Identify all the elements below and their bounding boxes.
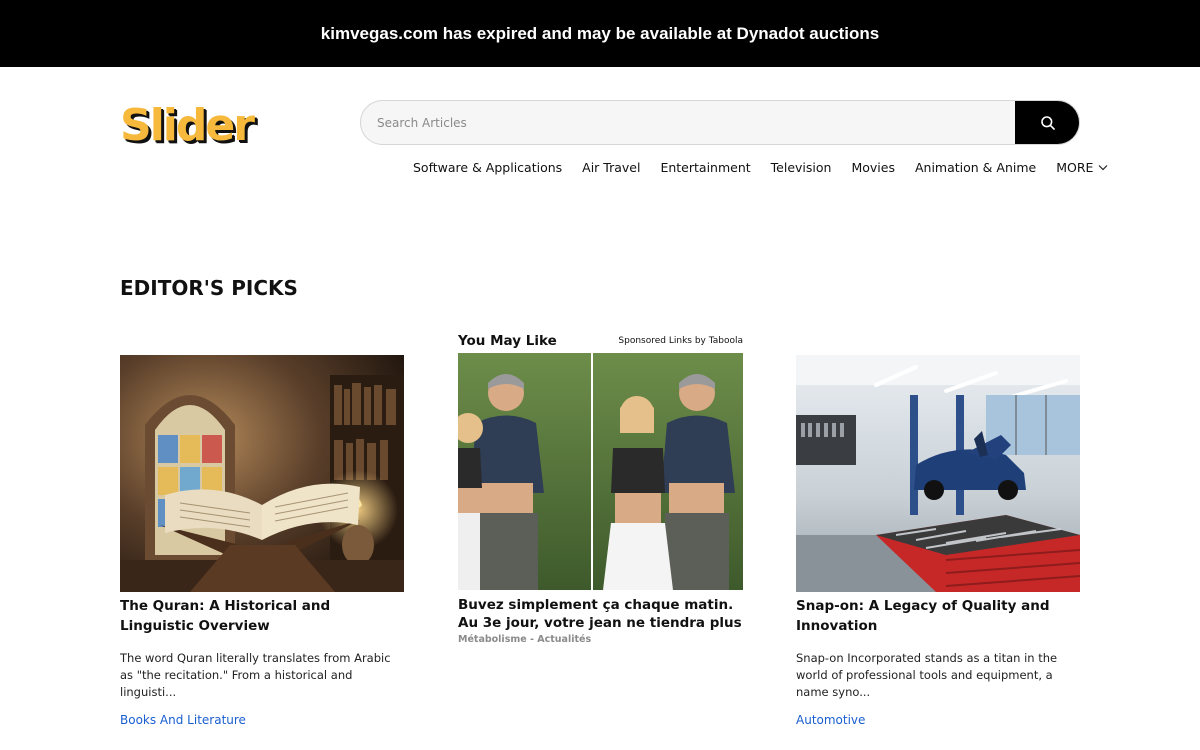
ad-image[interactable] bbox=[458, 353, 743, 590]
search-input[interactable] bbox=[361, 101, 1016, 144]
article-card: Snap-on: A Legacy of Quality and Innovat… bbox=[796, 355, 1080, 727]
banner-text: kimvegas.com has expired and may be avai… bbox=[320, 23, 880, 43]
nav-item-television[interactable]: Television bbox=[771, 160, 832, 175]
chevron-down-icon bbox=[1098, 164, 1108, 170]
ad-source[interactable]: Métabolisme - Actualités bbox=[458, 634, 743, 645]
search-button[interactable] bbox=[1015, 101, 1079, 144]
nav-more-dropdown[interactable]: MORE bbox=[1056, 160, 1108, 175]
sponsored-label[interactable]: Sponsored Links by Taboola bbox=[618, 336, 743, 346]
article-image-snap-on[interactable] bbox=[796, 355, 1080, 592]
article-category-link[interactable]: Automotive bbox=[796, 713, 1080, 727]
search-icon bbox=[1040, 115, 1055, 130]
nav-item-movies[interactable]: Movies bbox=[851, 160, 895, 175]
ad-title[interactable]: Buvez simplement ça chaque matin. Au 3e … bbox=[458, 596, 743, 632]
article-card: The Quran: A Historical and Linguistic O… bbox=[120, 355, 404, 727]
article-category-link[interactable]: Books And Literature bbox=[120, 713, 404, 727]
nav-item-air-travel[interactable]: Air Travel bbox=[582, 160, 640, 175]
expired-domain-banner: kimvegas.com has expired and may be avai… bbox=[0, 0, 1200, 67]
article-title[interactable]: Snap-on: A Legacy of Quality and Innovat… bbox=[796, 596, 1080, 636]
nav-more-label: MORE bbox=[1056, 159, 1094, 175]
article-image-quran[interactable] bbox=[120, 355, 404, 592]
article-excerpt: The word Quran literally translates from… bbox=[120, 651, 391, 699]
nav-item-animation-anime[interactable]: Animation & Anime bbox=[915, 160, 1036, 175]
ad-header: You May Like Sponsored Links by Taboola bbox=[458, 331, 743, 353]
nav-item-entertainment[interactable]: Entertainment bbox=[660, 160, 750, 175]
section-title-editors-picks: EDITOR'S PICKS bbox=[120, 276, 298, 300]
search-bar bbox=[360, 100, 1080, 145]
site-logo[interactable]: Slider bbox=[120, 100, 255, 152]
article-excerpt: Snap-on Incorporated stands as a titan i… bbox=[796, 651, 1058, 699]
ad-heading: You May Like bbox=[458, 333, 557, 349]
category-nav: Software & Applications Air Travel Enter… bbox=[413, 158, 1108, 176]
article-title[interactable]: The Quran: A Historical and Linguistic O… bbox=[120, 596, 404, 636]
nav-item-software-applications[interactable]: Software & Applications bbox=[413, 160, 562, 175]
sponsored-ad-unit: You May Like Sponsored Links by Taboola bbox=[458, 331, 743, 645]
